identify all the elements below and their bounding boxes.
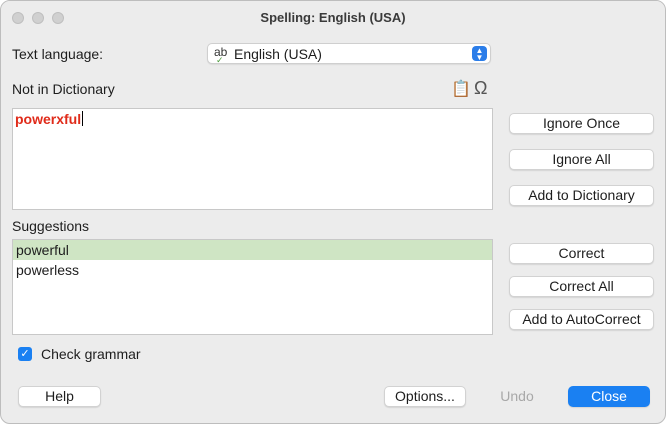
misspelled-word: powerxful: [15, 111, 84, 127]
correct-button[interactable]: Correct: [509, 243, 654, 264]
chevron-updown-icon: ▲ ▼: [472, 46, 487, 62]
suggestions-list[interactable]: powerful powerless: [12, 239, 493, 335]
add-to-dictionary-button[interactable]: Add to Dictionary: [509, 185, 654, 206]
window-title: Spelling: English (USA): [260, 10, 406, 25]
ignore-once-button[interactable]: Ignore Once: [509, 113, 654, 134]
not-in-dictionary-label: Not in Dictionary: [12, 81, 115, 97]
options-button[interactable]: Options...: [384, 386, 466, 407]
text-language-label: Text language:: [12, 46, 104, 62]
correct-all-button[interactable]: Correct All: [509, 276, 654, 297]
text-language-select[interactable]: ab ✓ English (USA) ▲ ▼: [207, 43, 491, 65]
check-grammar-checkbox[interactable]: ✓: [18, 347, 32, 361]
check-grammar-label: Check grammar: [41, 346, 141, 362]
clipboard-icon[interactable]: 📋: [451, 79, 471, 99]
omega-icon[interactable]: Ω: [474, 78, 487, 99]
list-item[interactable]: powerful: [13, 240, 492, 260]
suggestions-label: Suggestions: [12, 218, 90, 234]
text-language-value: English (USA): [234, 46, 322, 62]
misspelled-text-area[interactable]: powerxful: [12, 108, 493, 210]
spelling-dialog: Spelling: English (USA) Text language: a…: [0, 0, 666, 424]
list-item[interactable]: powerless: [13, 260, 492, 280]
title-bar: Spelling: English (USA): [1, 1, 665, 35]
close-button[interactable]: Close: [568, 386, 650, 407]
undo-button[interactable]: Undo: [476, 386, 558, 407]
help-button[interactable]: Help: [18, 386, 101, 407]
add-to-autocorrect-button[interactable]: Add to AutoCorrect: [509, 309, 654, 330]
text-caret: [82, 111, 84, 126]
spellcheck-icon: ab ✓: [214, 45, 228, 65]
ignore-all-button[interactable]: Ignore All: [509, 149, 654, 170]
